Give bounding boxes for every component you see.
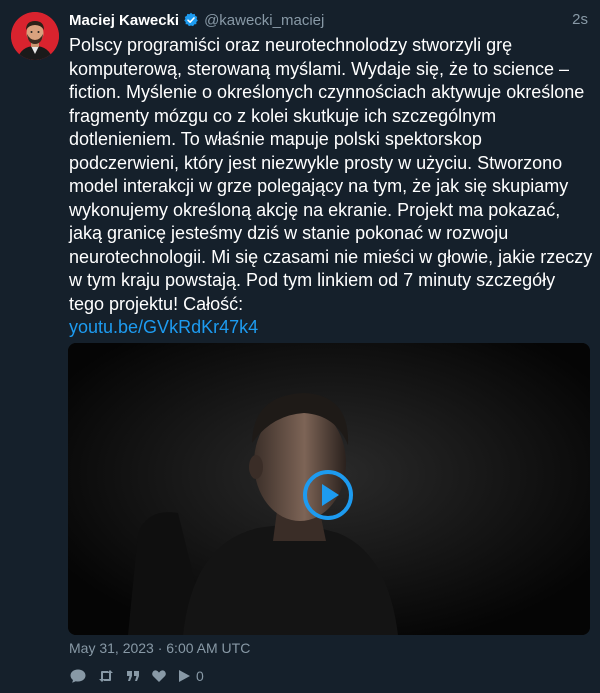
reply-button[interactable]	[69, 668, 87, 684]
avatar[interactable]	[11, 12, 59, 60]
tweet-header: Maciej Kawecki @kawecki_maciej	[69, 10, 590, 30]
tweet-timestamp[interactable]: May 31, 2023 · 6:00 AM UTC	[69, 640, 250, 656]
play-circle-icon	[303, 470, 353, 520]
like-icon	[152, 670, 166, 682]
verified-badge-icon	[183, 12, 199, 28]
tweet-text: Polscy programiści oraz neurotechnolodzy…	[69, 34, 593, 340]
views-icon	[179, 670, 190, 682]
views-button[interactable]: 0	[177, 668, 204, 684]
views-count: 0	[196, 668, 204, 684]
retweet-icon	[99, 670, 113, 682]
tweet-body: Polscy programiści oraz neurotechnolodzy…	[69, 35, 593, 314]
reply-icon	[70, 669, 86, 683]
quote-button[interactable]	[125, 668, 141, 684]
author-name[interactable]: Maciej Kawecki	[69, 12, 179, 29]
like-button[interactable]	[151, 668, 167, 684]
avatar-image	[11, 12, 59, 60]
video-player[interactable]	[68, 343, 590, 635]
relative-time[interactable]: 2s	[572, 11, 588, 28]
play-button[interactable]	[303, 470, 353, 520]
quote-icon	[127, 671, 139, 681]
retweet-button[interactable]	[97, 668, 115, 684]
author-handle[interactable]: @kawecki_maciej	[204, 12, 324, 29]
tweet: Maciej Kawecki @kawecki_maciej 2s Polscy…	[0, 0, 600, 693]
tweet-actions: 0	[69, 666, 214, 686]
tweet-link[interactable]: youtu.be/GVkRdKr47k4	[69, 316, 258, 340]
